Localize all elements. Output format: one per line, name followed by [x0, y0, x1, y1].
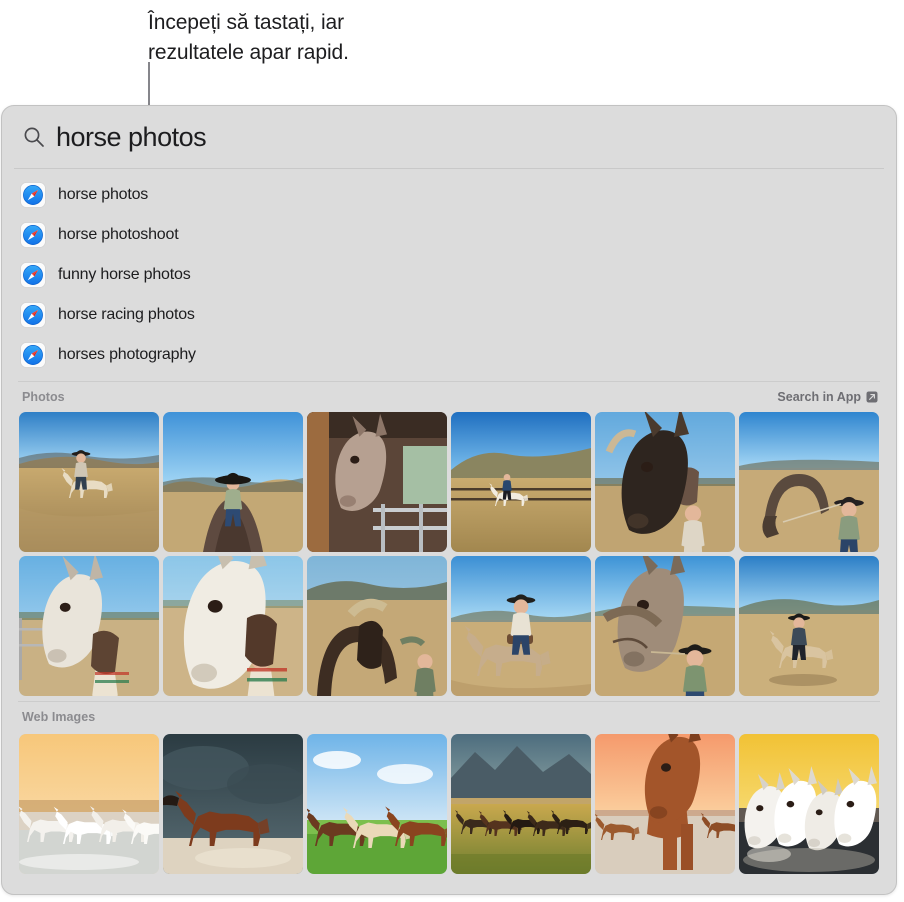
spotlight-search-panel: horse photos horse photos horse photosho…: [1, 105, 897, 895]
web-image-thumbnail[interactable]: [451, 734, 591, 874]
photos-grid: [2, 412, 896, 696]
suggestion-row[interactable]: funny horse photos: [2, 255, 896, 295]
photo-thumbnail[interactable]: [739, 412, 879, 552]
suggestion-label: funny horse photos: [58, 266, 191, 283]
suggestion-label: horse photoshoot: [58, 226, 179, 243]
safari-icon: [20, 222, 46, 248]
suggestion-row[interactable]: horse photos: [2, 175, 896, 215]
photo-thumbnail[interactable]: [307, 412, 447, 552]
suggestion-row[interactable]: horses photography: [2, 335, 896, 375]
photos-row: [2, 556, 896, 696]
web-images-grid: [2, 734, 896, 874]
search-in-app-label: Search in App: [777, 390, 861, 404]
callout-text: Începeți să tastați, iar rezultatele apa…: [148, 11, 349, 64]
web-image-thumbnail[interactable]: [595, 734, 735, 874]
search-icon: [24, 127, 44, 147]
safari-icon: [20, 342, 46, 368]
suggestion-label: horse photos: [58, 186, 149, 203]
web-image-thumbnail[interactable]: [307, 734, 447, 874]
suggestion-label: horses photography: [58, 346, 196, 363]
photo-thumbnail[interactable]: [19, 556, 159, 696]
photo-thumbnail[interactable]: [163, 412, 303, 552]
suggestion-row[interactable]: horse photoshoot: [2, 215, 896, 255]
photos-section-header: Photos Search in App: [2, 382, 896, 412]
photos-row: [2, 412, 896, 552]
photo-thumbnail[interactable]: [19, 412, 159, 552]
suggestion-list: horse photos horse photoshoot funny hors…: [2, 169, 896, 381]
web-image-thumbnail[interactable]: [739, 734, 879, 874]
search-in-app-button[interactable]: Search in App: [777, 390, 878, 404]
search-field[interactable]: horse photos: [2, 106, 896, 168]
safari-icon: [20, 262, 46, 288]
web-images-section-title: Web Images: [22, 710, 96, 724]
photos-section-title: Photos: [22, 390, 65, 404]
photo-thumbnail[interactable]: [595, 556, 735, 696]
photo-thumbnail[interactable]: [451, 412, 591, 552]
web-image-thumbnail[interactable]: [163, 734, 303, 874]
photo-thumbnail[interactable]: [307, 556, 447, 696]
photo-thumbnail[interactable]: [451, 556, 591, 696]
suggestion-label: horse racing photos: [58, 306, 195, 323]
safari-icon: [20, 302, 46, 328]
photo-thumbnail[interactable]: [163, 556, 303, 696]
search-input-value[interactable]: horse photos: [56, 123, 207, 151]
launch-external-icon: [866, 391, 878, 403]
suggestion-row[interactable]: horse racing photos: [2, 295, 896, 335]
web-image-thumbnail[interactable]: [19, 734, 159, 874]
safari-icon: [20, 182, 46, 208]
web-images-section-header: Web Images: [2, 702, 896, 732]
photo-thumbnail[interactable]: [595, 412, 735, 552]
photo-thumbnail[interactable]: [739, 556, 879, 696]
